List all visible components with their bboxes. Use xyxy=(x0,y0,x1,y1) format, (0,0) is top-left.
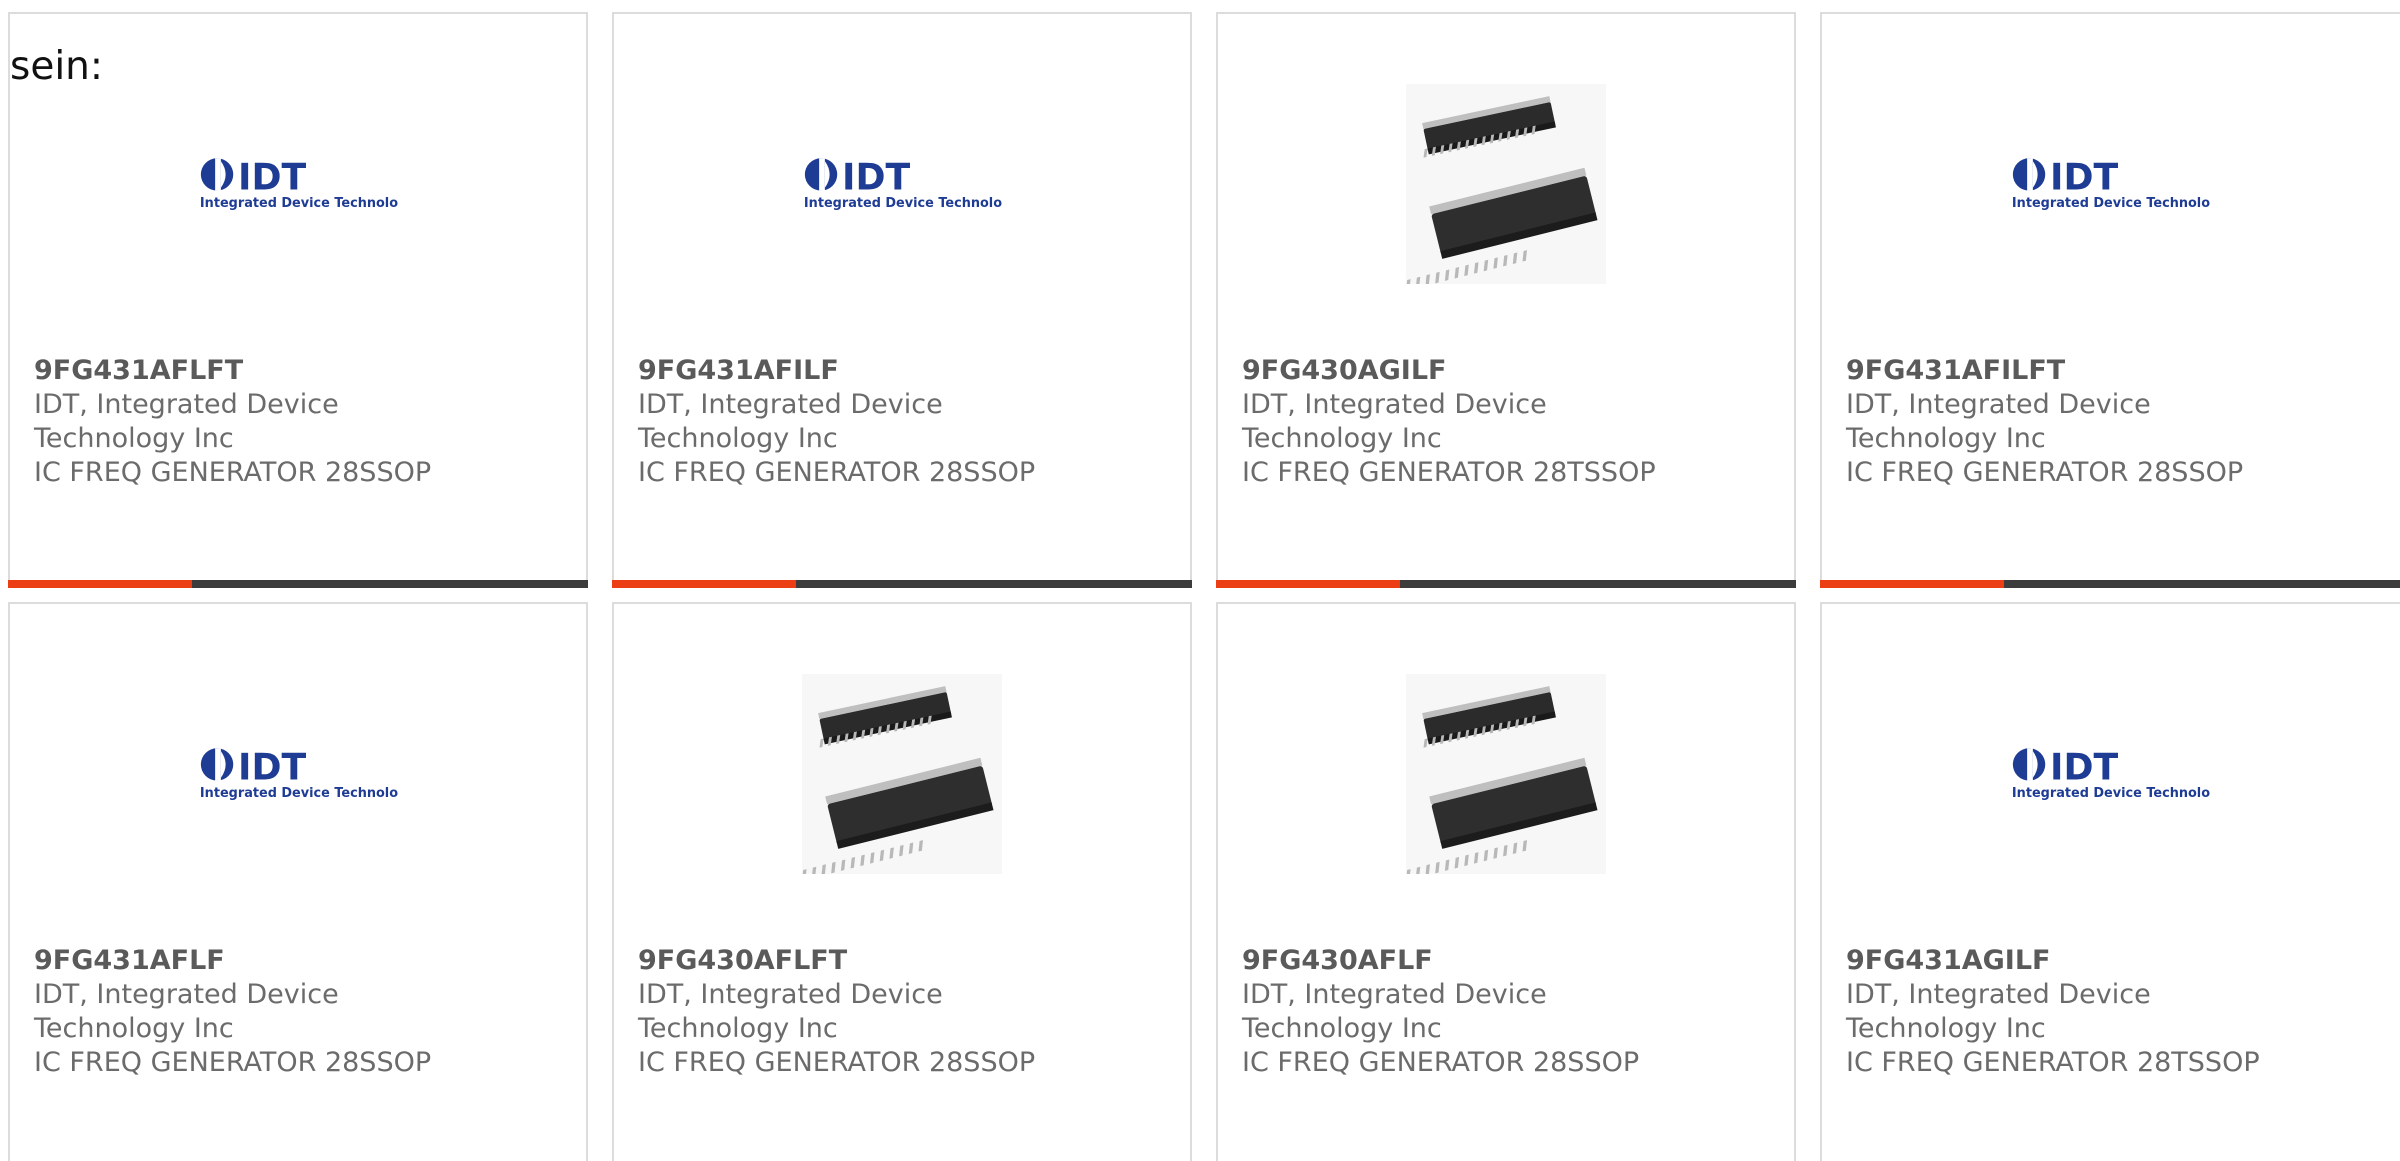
card-accent-bar xyxy=(1820,580,2400,588)
product-description: IC FREQ GENERATOR 28SSOP xyxy=(638,457,1036,488)
product-image[interactable] xyxy=(1406,674,1606,874)
product-card[interactable]: IDT Integrated Device Technology 9FG431AGI… xyxy=(1820,602,2400,1161)
intro-text: sein: xyxy=(10,44,104,89)
part-number-link[interactable]: 9FG431AFILF xyxy=(638,354,1058,388)
product-info: 9FG430AFLF IDT, Integrated Device Technolo… xyxy=(1242,944,1662,1080)
manufacturer-line2: Technology Inc xyxy=(1242,1013,1442,1044)
card-accent-segment xyxy=(8,580,192,588)
manufacturer-line2: Technology Inc xyxy=(34,1013,234,1044)
manufacturer-line1: IDT, Integrated Device xyxy=(1242,389,1547,420)
idt-logo-mark: IDT xyxy=(2050,746,2119,789)
card-accent-bar xyxy=(612,580,1192,588)
idt-logo-mark: IDT xyxy=(238,746,307,789)
card-accent-segment xyxy=(612,580,796,588)
product-description: IC FREQ GENERATOR 28TSSOP xyxy=(1846,1047,2260,1078)
product-card[interactable]: 9FG430AFLFT IDT, Integrated Device Technol… xyxy=(612,602,1192,1161)
idt-logo-tagline: Integrated Device Technology xyxy=(200,786,398,801)
manufacturer-line2: Technology Inc xyxy=(1846,1013,2046,1044)
manufacturer-line1: IDT, Integrated Device xyxy=(638,389,943,420)
idt-logo-icon: IDTIntegrated Device Technology xyxy=(2012,156,2210,211)
idt-logo-icon: IDTIntegrated Device Technology xyxy=(2012,746,2210,801)
part-number-link[interactable]: 9FG431AFILFT xyxy=(1846,354,2266,388)
product-description: IC FREQ GENERATOR 28SSOP xyxy=(638,1047,1036,1078)
manufacturer-line2: Technology Inc xyxy=(638,423,838,454)
chip-icon xyxy=(1406,84,1606,284)
manufacturer-logo[interactable]: IDT Integrated Device Technology xyxy=(198,674,398,874)
product-info: 9FG430AGILF IDT, Integrated Device Technol… xyxy=(1242,354,1662,490)
product-info: 9FG431AGILF IDT, Integrated Device Technol… xyxy=(1846,944,2266,1080)
chip-icon xyxy=(1406,674,1606,874)
product-description: IC FREQ GENERATOR 28SSOP xyxy=(34,457,432,488)
manufacturer-logo[interactable]: IDT Integrated Device Technology xyxy=(198,84,398,284)
manufacturer-line2: Technology Inc xyxy=(1242,423,1442,454)
card-accent-segment xyxy=(1820,580,2004,588)
product-card[interactable]: IDT Integrated Device Technology 9FG431AFL… xyxy=(8,602,588,1161)
part-number-link[interactable]: 9FG431AFLFT xyxy=(34,354,454,388)
idt-logo-tagline: Integrated Device Technology xyxy=(200,196,398,211)
part-number-link[interactable]: 9FG430AGILF xyxy=(1242,354,1662,388)
manufacturer-line2: Technology Inc xyxy=(1846,423,2046,454)
product-description: IC FREQ GENERATOR 28SSOP xyxy=(34,1047,432,1078)
manufacturer-line1: IDT, Integrated Device xyxy=(638,979,943,1010)
manufacturer-line1: IDT, Integrated Device xyxy=(1846,389,2151,420)
idt-logo-mark: IDT xyxy=(842,156,911,199)
product-image[interactable] xyxy=(802,674,1002,874)
idt-logo-tagline: Integrated Device Technology xyxy=(804,196,1002,211)
manufacturer-line1: IDT, Integrated Device xyxy=(1242,979,1547,1010)
idt-logo-mark: IDT xyxy=(238,156,307,199)
part-number-link[interactable]: 9FG430AFLFT xyxy=(638,944,1058,978)
product-card[interactable]: 9FG430AFLF IDT, Integrated Device Technolo… xyxy=(1216,602,1796,1161)
card-accent-segment xyxy=(1216,580,1400,588)
idt-logo-icon: IDTIntegrated Device Technology xyxy=(200,746,398,801)
manufacturer-line2: Technology Inc xyxy=(638,1013,838,1044)
product-grid-page: sein: IDT Integrated Device Technology 9FG4… xyxy=(0,0,2400,1161)
product-info: 9FG430AFLFT IDT, Integrated Device Technol… xyxy=(638,944,1058,1080)
manufacturer-logo[interactable]: IDT Integrated Device Technology xyxy=(2010,84,2210,284)
product-info: 9FG431AFLF IDT, Integrated Device Technolo… xyxy=(34,944,454,1080)
product-description: IC FREQ GENERATOR 28SSOP xyxy=(1242,1047,1640,1078)
product-info: 9FG431AFILFT IDT, Integrated Device Techno… xyxy=(1846,354,2266,490)
card-accent-bar xyxy=(1216,580,1796,588)
chip-icon xyxy=(802,674,1002,874)
idt-logo-mark: IDT xyxy=(2050,156,2119,199)
part-number-link[interactable]: 9FG431AGILF xyxy=(1846,944,2266,978)
product-description: IC FREQ GENERATOR 28SSOP xyxy=(1846,457,2244,488)
product-info: 9FG431AFLFT IDT, Integrated Device Technol… xyxy=(34,354,454,490)
product-card[interactable]: 9FG430AGILF IDT, Integrated Device Technol… xyxy=(1216,12,1796,588)
manufacturer-logo[interactable]: IDT Integrated Device Technology xyxy=(802,84,1002,284)
manufacturer-line1: IDT, Integrated Device xyxy=(1846,979,2151,1010)
idt-logo-icon: IDTIntegrated Device Technology xyxy=(804,156,1002,211)
product-image[interactable] xyxy=(1406,84,1606,284)
manufacturer-line1: IDT, Integrated Device xyxy=(34,979,339,1010)
product-card[interactable]: IDT Integrated Device Technology 9FG431AFI… xyxy=(612,12,1192,588)
manufacturer-line1: IDT, Integrated Device xyxy=(34,389,339,420)
idt-logo-tagline: Integrated Device Technology xyxy=(2012,196,2210,211)
part-number-link[interactable]: 9FG431AFLF xyxy=(34,944,454,978)
product-card[interactable]: IDT Integrated Device Technology 9FG431AFI… xyxy=(1820,12,2400,588)
manufacturer-logo[interactable]: IDT Integrated Device Technology xyxy=(2010,674,2210,874)
idt-logo-icon: IDTIntegrated Device Technology xyxy=(200,156,398,211)
idt-logo-tagline: Integrated Device Technology xyxy=(2012,786,2210,801)
product-grid: sein: IDT Integrated Device Technology 9FG4… xyxy=(8,12,2400,1161)
product-info: 9FG431AFILF IDT, Integrated Device Technol… xyxy=(638,354,1058,490)
part-number-link[interactable]: 9FG430AFLF xyxy=(1242,944,1662,978)
product-card[interactable]: sein: IDT Integrated Device Technology 9FG4… xyxy=(8,12,588,588)
card-accent-bar xyxy=(8,580,588,588)
product-description: IC FREQ GENERATOR 28TSSOP xyxy=(1242,457,1656,488)
manufacturer-line2: Technology Inc xyxy=(34,423,234,454)
